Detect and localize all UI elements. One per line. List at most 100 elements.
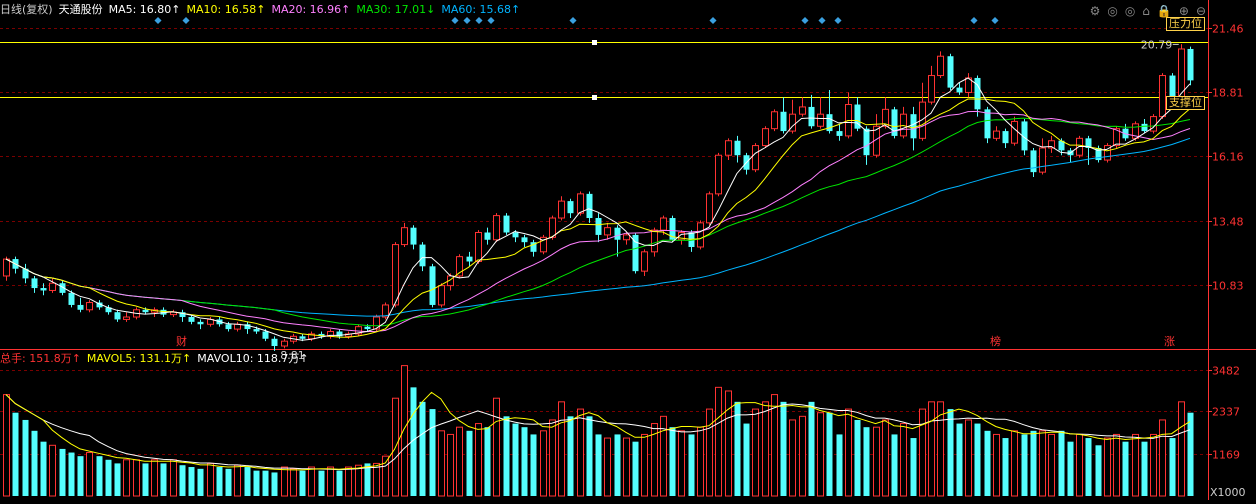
candle-body (567, 201, 574, 214)
volume-bar (49, 444, 56, 497)
home-icon[interactable]: ⌂ (1142, 4, 1150, 18)
candle-body (1039, 147, 1046, 173)
volume-bar (22, 419, 29, 496)
candle-body (466, 256, 473, 262)
candle-body (438, 285, 445, 306)
candle-body (1011, 120, 1018, 144)
volume-bar (577, 408, 584, 497)
volume-bar (540, 430, 547, 497)
candle-body (623, 234, 630, 241)
candle-body (697, 222, 704, 248)
event-marker-icon (709, 16, 717, 25)
event-marker-icon (970, 16, 978, 25)
volume-bar (1141, 441, 1148, 496)
total-volume-readout: 总手: 151.8万↑ (0, 352, 81, 365)
candle-body (725, 140, 732, 156)
volume-bar (123, 459, 130, 497)
volume-bar (1085, 438, 1092, 496)
volume-bar (86, 452, 93, 497)
candle-body (1141, 123, 1148, 132)
volume-bar (308, 466, 315, 497)
volume-bar (447, 433, 454, 497)
volume-bar (466, 430, 473, 496)
volume-bar (355, 464, 362, 497)
candle-body (706, 193, 713, 224)
candle-body (68, 292, 75, 305)
candle-body (808, 106, 815, 127)
volume-bar (1039, 430, 1046, 497)
volume-bar (1178, 401, 1185, 497)
candle-body (937, 55, 944, 77)
period-label[interactable]: 日线(复权) (0, 3, 53, 16)
candle-body (660, 217, 667, 231)
volume-bar (549, 419, 556, 497)
candle-body (993, 130, 1000, 139)
volume-bar (216, 467, 223, 496)
volume-bar (854, 419, 861, 496)
candle-body (715, 154, 722, 195)
candle-body (410, 227, 417, 245)
volume-bar (697, 426, 704, 497)
candle-body (984, 109, 991, 139)
candle-body (651, 229, 658, 253)
volume-bar (688, 434, 695, 496)
candle-body (299, 336, 306, 339)
resistance-tag: 压力位 (1166, 17, 1205, 31)
volume-bar (429, 409, 436, 496)
volume-bar (863, 427, 870, 496)
support-tag: 支撑位 (1166, 96, 1205, 110)
volume-bar (345, 466, 352, 497)
view2-icon[interactable]: ◎ (1125, 4, 1135, 18)
candle-body (974, 77, 981, 110)
stock-name: 天通股份 (58, 3, 103, 16)
volume-bar (521, 427, 528, 496)
lock-icon[interactable]: 🔒 (1157, 4, 1172, 18)
volume-bar (974, 423, 981, 496)
chart-svg[interactable]: 10.83 13.48 16.16 18.81 21.46 1169 2337 3482 X10… (0, 0, 1256, 500)
candle-body (1002, 131, 1009, 144)
candle-body (493, 215, 500, 241)
volume-bar (1011, 430, 1018, 497)
candle-body (836, 131, 843, 136)
price-tick-label: 16.16 (1212, 151, 1244, 164)
volume-bar (762, 401, 769, 497)
volume-bar (614, 434, 621, 496)
volume-bar (1030, 430, 1037, 496)
volume-bar (1048, 433, 1055, 497)
volume-bar (928, 401, 935, 497)
candle-body (77, 304, 84, 310)
candle-body (595, 218, 602, 235)
volume-bar (799, 415, 806, 497)
zoom-in-icon[interactable]: ⊕ (1179, 4, 1189, 18)
zoom-out-icon[interactable]: ⊖ (1196, 4, 1206, 18)
volume-bar (59, 448, 66, 496)
settings-icon[interactable]: ⚙ (1090, 4, 1101, 18)
volume-bar (826, 412, 833, 496)
volume-bar (586, 416, 593, 496)
volume-bar (817, 412, 824, 497)
volume-bar (160, 463, 167, 496)
volume-bar (290, 468, 297, 497)
volume-bar (419, 401, 426, 496)
volume-bar (253, 470, 260, 496)
kline-header: 日线(复权) 天通股份 MA5: 16.80↑ MA10: 16.58↑ MA20: 1… (0, 3, 526, 17)
volume-bar (234, 464, 241, 497)
volume-bar (3, 394, 10, 497)
volume-bar (197, 468, 204, 496)
candle-body (364, 326, 371, 330)
volume-bar (808, 401, 815, 496)
event-marker-icon (801, 16, 809, 25)
candle-body (429, 266, 436, 305)
volume-bar (891, 434, 898, 496)
volume-bar (179, 465, 186, 496)
ma10-readout: MA10: 16.58↑ (186, 3, 266, 16)
volume-bar (1122, 441, 1129, 496)
view-icon[interactable]: ◎ (1107, 4, 1117, 18)
candle-body (512, 232, 519, 238)
volume-bar (956, 423, 963, 496)
event-marker-icon (154, 16, 162, 25)
candle-body (253, 329, 260, 332)
volume-bar (503, 416, 510, 496)
price-tick-label: 10.83 (1212, 280, 1244, 293)
event-marker-icon (834, 16, 842, 25)
